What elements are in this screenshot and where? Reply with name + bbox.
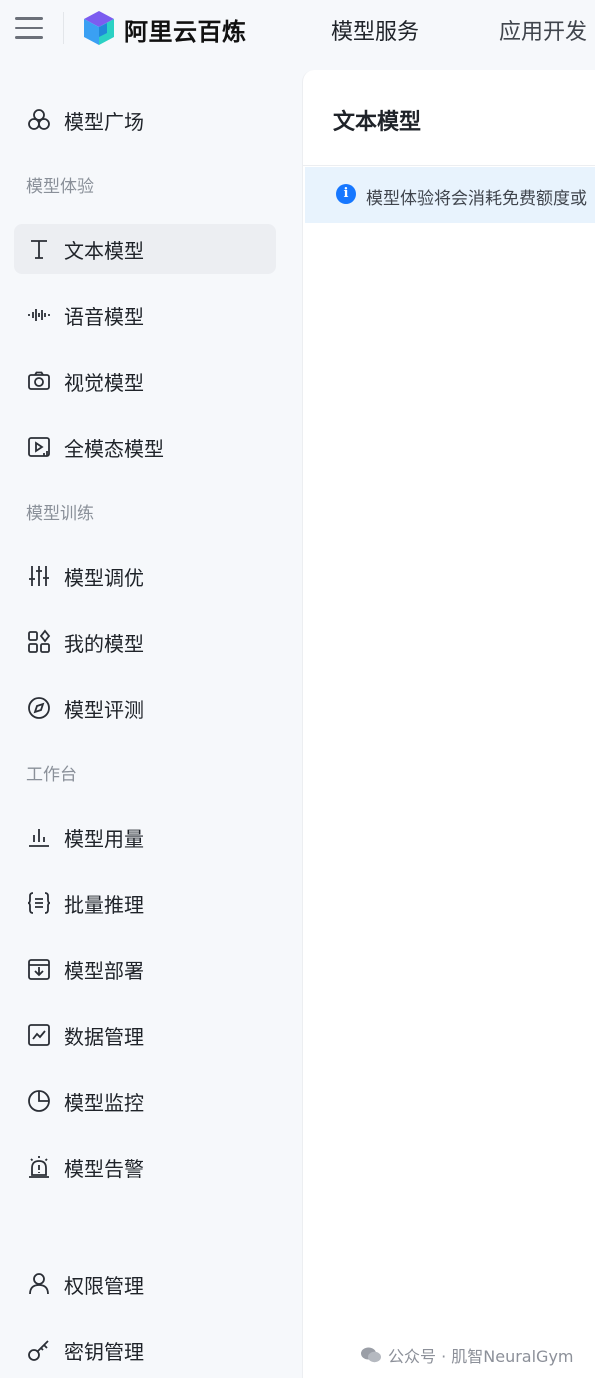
section-title-workbench: 工作台	[26, 765, 77, 785]
app-window: 阿里云百炼 模型服务 应用开发 模型广场 模型体验 文本模型 语音模型 视觉模型…	[0, 0, 595, 1378]
divider	[63, 12, 64, 44]
sliders-icon	[26, 563, 52, 589]
waveform-icon	[26, 302, 52, 328]
main-panel: 文本模型 i 模型体验将会消耗免费额度或	[302, 70, 595, 1378]
sidebar-item-label: 全模态模型	[64, 436, 164, 461]
section-title-experience: 模型体验	[26, 177, 94, 197]
info-notice: i 模型体验将会消耗免费额度或	[305, 167, 595, 223]
sidebar-item-data-management[interactable]: 数据管理	[14, 1010, 276, 1060]
sidebar-item-label: 语音模型	[64, 304, 144, 329]
key-icon	[26, 1337, 52, 1363]
sidebar-item-label: 模型告警	[64, 1156, 144, 1181]
menu-icon[interactable]	[15, 14, 47, 42]
sidebar-item-label: 模型评测	[64, 697, 144, 722]
sidebar-item-model-alerts[interactable]: 模型告警	[14, 1142, 276, 1192]
wechat-icon	[361, 1347, 381, 1363]
main-header: 文本模型	[303, 70, 595, 166]
sidebar-item-label: 数据管理	[64, 1024, 144, 1049]
brand-name[interactable]: 阿里云百炼	[124, 12, 247, 47]
deploy-box-icon	[26, 956, 52, 982]
sidebar-item-speech-model[interactable]: 语音模型	[14, 290, 276, 340]
sidebar-item-permissions[interactable]: 权限管理	[14, 1259, 276, 1309]
sidebar-item-model-usage[interactable]: 模型用量	[14, 812, 276, 862]
text-icon	[26, 236, 52, 262]
sidebar-item-key-management[interactable]: 密钥管理	[14, 1325, 276, 1375]
notice-text: 模型体验将会消耗免费额度或	[366, 189, 587, 209]
sidebar-item-model-plaza[interactable]: 模型广场	[14, 95, 276, 145]
nav-app-development[interactable]: 应用开发	[499, 14, 587, 46]
sidebar-item-label: 模型广场	[64, 109, 144, 134]
sidebar-item-label: 模型监控	[64, 1090, 144, 1115]
sidebar-item-model-deploy[interactable]: 模型部署	[14, 944, 276, 994]
sidebar-item-label: 模型用量	[64, 826, 144, 851]
sidebar-item-my-models[interactable]: 我的模型	[14, 617, 276, 667]
sidebar-item-omni-model[interactable]: 全模态模型	[14, 422, 276, 472]
camera-icon	[26, 368, 52, 394]
bar-chart-icon	[26, 824, 52, 850]
sidebar-item-label: 密钥管理	[64, 1339, 144, 1364]
sidebar-item-label: 批量推理	[64, 892, 144, 917]
sidebar-item-vision-model[interactable]: 视觉模型	[14, 356, 276, 406]
sidebar-item-label: 模型部署	[64, 958, 144, 983]
line-chart-icon	[26, 1022, 52, 1048]
section-title-training: 模型训练	[26, 504, 94, 524]
sidebar-item-label: 视觉模型	[64, 370, 144, 395]
user-icon	[26, 1271, 52, 1297]
page-title: 文本模型	[333, 110, 422, 135]
sidebar-item-label: 文本模型	[64, 238, 144, 263]
pie-chart-icon	[26, 1088, 52, 1114]
watermark: 公众号 · 肌智NeuralGym	[360, 1343, 574, 1367]
video-play-icon	[26, 434, 52, 460]
info-icon: i	[336, 184, 356, 204]
sidebar-item-label: 权限管理	[64, 1273, 144, 1298]
model-plaza-icon	[26, 107, 52, 133]
top-bar: 阿里云百炼 模型服务 应用开发	[0, 0, 595, 56]
braces-list-icon	[26, 890, 52, 916]
sidebar-item-label: 我的模型	[64, 631, 144, 656]
watermark-text: 公众号 · 肌智NeuralGym	[388, 1347, 574, 1366]
alarm-icon	[26, 1154, 52, 1180]
sidebar: 模型广场 模型体验 文本模型 语音模型 视觉模型 全模态模型 模型训练 模型调优…	[0, 56, 300, 1378]
sidebar-item-model-tuning[interactable]: 模型调优	[14, 551, 276, 601]
sidebar-item-batch-inference[interactable]: 批量推理	[14, 878, 276, 928]
nav-model-service[interactable]: 模型服务	[331, 14, 419, 46]
bailian-logo-icon	[84, 11, 114, 45]
sidebar-item-text-model[interactable]: 文本模型	[14, 224, 276, 274]
sidebar-item-model-eval[interactable]: 模型评测	[14, 683, 276, 733]
apps-grid-icon	[26, 629, 52, 655]
compass-icon	[26, 695, 52, 721]
sidebar-item-label: 模型调优	[64, 565, 144, 590]
sidebar-item-model-monitor[interactable]: 模型监控	[14, 1076, 276, 1126]
